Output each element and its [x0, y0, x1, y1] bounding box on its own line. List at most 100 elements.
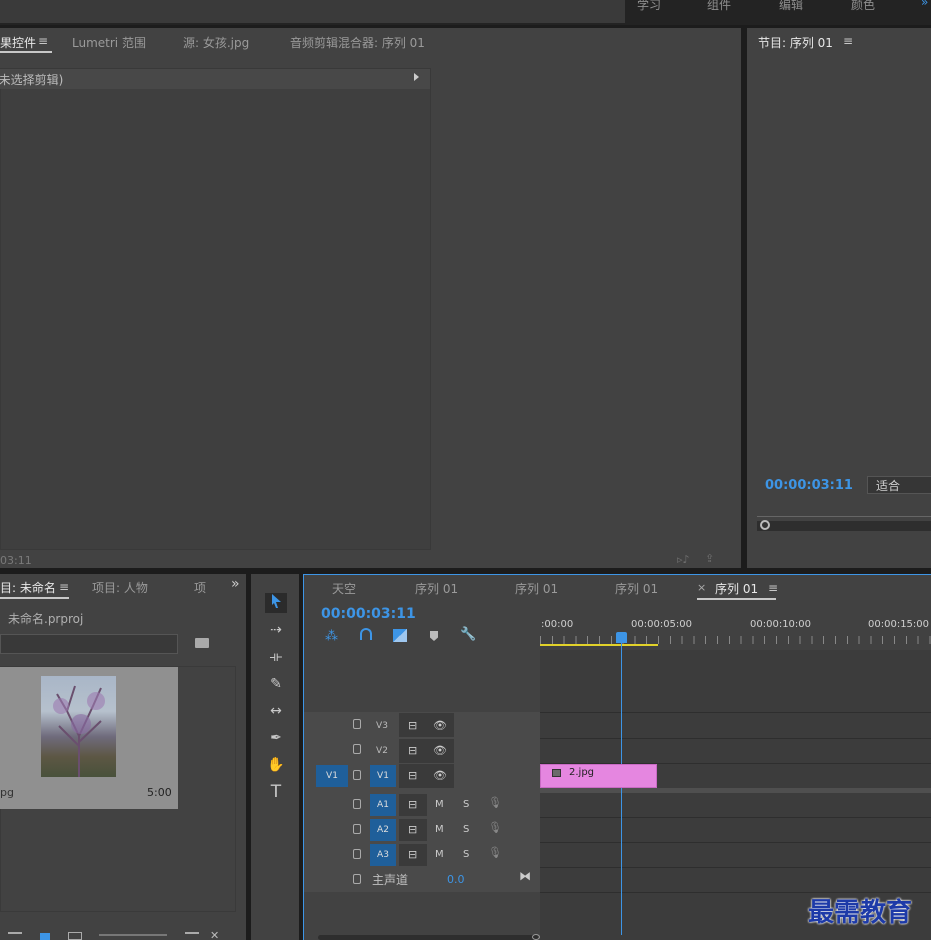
- program-ruler: [757, 516, 931, 517]
- lock-icon[interactable]: [353, 849, 361, 859]
- sync-lock-icon[interactable]: ⊟: [408, 823, 417, 836]
- tab-source[interactable]: 源: 女孩.jpg: [183, 34, 249, 51]
- workspace-color[interactable]: 颜色: [851, 0, 875, 13]
- work-area-bar[interactable]: [540, 644, 658, 646]
- freeform-view-icon[interactable]: [68, 932, 82, 940]
- zoom-slider[interactable]: [99, 934, 167, 936]
- eye-icon[interactable]: 👁: [433, 719, 447, 732]
- sync-lock-icon[interactable]: ⊟: [408, 798, 417, 811]
- sync-lock-icon[interactable]: ⊟: [408, 769, 417, 782]
- selection-tool-icon[interactable]: [265, 593, 287, 613]
- razor-tool-icon[interactable]: ✎: [265, 674, 287, 694]
- nest-toggle-icon[interactable]: ⁂: [325, 629, 338, 644]
- mute-button[interactable]: M: [435, 824, 444, 835]
- mute-button[interactable]: M: [435, 799, 444, 810]
- track-target-v1[interactable]: V1: [370, 765, 396, 787]
- ruler-ticks: [540, 636, 931, 644]
- expand-arrow-icon[interactable]: [414, 73, 419, 81]
- program-scrubber[interactable]: [757, 521, 931, 531]
- hand-tool-icon[interactable]: ✋: [265, 755, 287, 775]
- tab-lumetri-scopes[interactable]: Lumetri 范围: [72, 34, 146, 51]
- tab-effect-controls[interactable]: 果控件: [0, 34, 36, 51]
- voiceover-mic-icon[interactable]: 🎙: [488, 821, 502, 834]
- timeline-menu-icon[interactable]: ≡: [768, 581, 778, 595]
- list-view-icon[interactable]: [8, 932, 22, 940]
- scrub-handle-icon[interactable]: [760, 520, 770, 530]
- automate-icon[interactable]: ✕: [210, 929, 219, 940]
- program-menu-icon[interactable]: ≡: [843, 34, 853, 48]
- workspace-assembly[interactable]: 组件: [707, 0, 731, 13]
- track-target-v3[interactable]: V3: [371, 715, 393, 737]
- source-patch-v1[interactable]: V1: [316, 765, 348, 787]
- project-file-name: 未命名.prproj: [8, 612, 84, 626]
- scroll-handle-icon[interactable]: [532, 934, 540, 940]
- timeline-horizontal-scrollbar[interactable]: [318, 935, 538, 940]
- tab-sky[interactable]: 天空: [332, 580, 356, 597]
- lock-icon[interactable]: [353, 799, 361, 809]
- sync-lock-icon[interactable]: ⊟: [408, 848, 417, 861]
- tab-sequence-3[interactable]: 序列 01: [615, 580, 658, 597]
- pen-tool-icon[interactable]: ✒: [265, 728, 287, 748]
- ripple-edit-tool-icon[interactable]: ⟛: [265, 647, 287, 667]
- timeline-clip[interactable]: 2.jpg: [540, 764, 657, 788]
- eye-icon[interactable]: 👁: [433, 769, 447, 782]
- eye-icon[interactable]: 👁: [433, 744, 447, 757]
- lock-icon[interactable]: [353, 719, 361, 729]
- linked-selection-icon[interactable]: [393, 629, 407, 642]
- panel-menu-icon[interactable]: ≡: [38, 34, 48, 48]
- sort-icon[interactable]: [185, 932, 199, 940]
- tab-audio-clip-mixer[interactable]: 音频剪辑混合器: 序列 01: [290, 34, 425, 51]
- clip-label: 2.jpg: [569, 767, 595, 778]
- solo-button[interactable]: S: [463, 824, 469, 835]
- export-audio-icon[interactable]: ▹♪: [677, 553, 690, 566]
- fit-dropdown[interactable]: 适合: [867, 476, 931, 494]
- solo-button[interactable]: S: [463, 849, 469, 860]
- project-menu-icon[interactable]: ≡: [59, 580, 69, 594]
- tab-project-more[interactable]: 项: [194, 579, 206, 596]
- go-to-end-icon[interactable]: ⧓: [519, 869, 531, 883]
- lock-icon[interactable]: [353, 770, 361, 780]
- timeline-settings-wrench-icon[interactable]: 🔧: [460, 627, 476, 642]
- track-target-a1[interactable]: A1: [370, 794, 396, 816]
- slip-tool-icon[interactable]: ↔: [265, 701, 287, 721]
- playhead-handle[interactable]: [616, 632, 627, 643]
- sync-lock-icon[interactable]: ⊟: [408, 744, 417, 757]
- tab-program[interactable]: 节目: 序列 01: [758, 34, 833, 51]
- tab-sequence-1[interactable]: 序列 01: [415, 580, 458, 597]
- active-tab-underline: [0, 51, 52, 53]
- track-target-v2[interactable]: V2: [371, 740, 393, 762]
- timeline-timecode[interactable]: 00:00:03:11: [321, 606, 416, 622]
- workspace-learning[interactable]: 学习: [637, 0, 661, 13]
- video-audio-separator[interactable]: [540, 788, 931, 793]
- ruler-label: 00:00:10:00: [750, 619, 812, 630]
- tab-project-people[interactable]: 项目: 人物: [92, 579, 148, 596]
- lock-icon[interactable]: [353, 824, 361, 834]
- tab-project-unnamed[interactable]: 目: 未命名: [0, 579, 56, 596]
- track-target-a3[interactable]: A3: [370, 844, 396, 866]
- snap-magnet-icon[interactable]: [360, 628, 372, 640]
- master-volume-value[interactable]: 0.0: [447, 873, 465, 886]
- track-target-a2[interactable]: A2: [370, 819, 396, 841]
- project-search-input[interactable]: [0, 634, 178, 654]
- sync-lock-icon[interactable]: ⊟: [408, 719, 417, 732]
- tab-sequence-active[interactable]: 序列 01: [715, 580, 758, 597]
- lock-icon[interactable]: [353, 874, 361, 884]
- tree-silhouette-icon: [53, 685, 105, 777]
- export-frame-icon[interactable]: ⇪: [705, 552, 714, 565]
- track-divider: [540, 842, 931, 843]
- type-tool-icon[interactable]: T: [265, 782, 287, 802]
- program-timecode[interactable]: 00:00:03:11: [765, 478, 853, 493]
- voiceover-mic-icon[interactable]: 🎙: [488, 846, 502, 859]
- track-select-tool-icon[interactable]: ⇢: [265, 620, 287, 640]
- mute-button[interactable]: M: [435, 849, 444, 860]
- overflow-icon[interactable]: »: [231, 576, 240, 592]
- voiceover-mic-icon[interactable]: 🎙: [488, 796, 502, 809]
- icon-view-icon[interactable]: [40, 933, 50, 940]
- solo-button[interactable]: S: [463, 799, 469, 810]
- close-tab-icon[interactable]: ×: [697, 581, 706, 594]
- new-search-bin-icon[interactable]: [195, 638, 209, 648]
- lock-icon[interactable]: [353, 744, 361, 754]
- more-workspaces-icon[interactable]: »: [921, 0, 928, 9]
- tab-sequence-2[interactable]: 序列 01: [515, 580, 558, 597]
- workspace-editing[interactable]: 编辑: [779, 0, 803, 13]
